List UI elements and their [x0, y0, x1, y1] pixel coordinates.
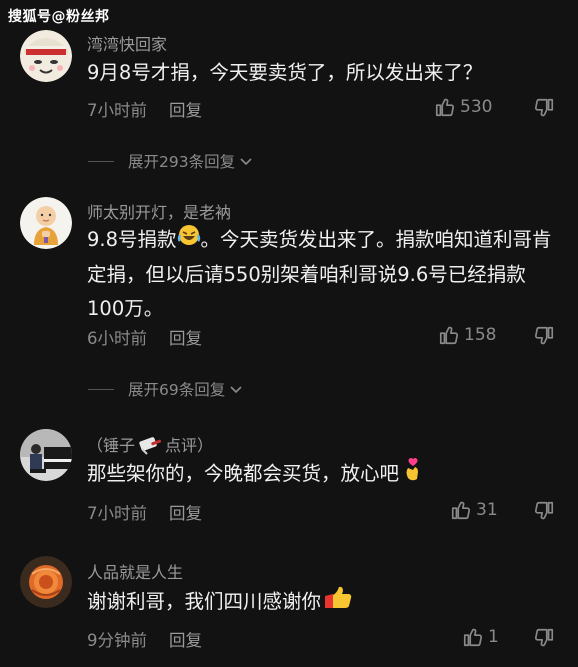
timestamp: 7小时前: [87, 101, 147, 120]
timestamp: 7小时前: [87, 504, 147, 523]
like-button[interactable]: 31: [450, 499, 498, 521]
chevron-down-icon: [230, 386, 242, 394]
hammer-emoji-icon: [137, 435, 163, 459]
comment-text-part: 谢谢利哥，我们四川感谢你: [87, 590, 322, 613]
like-button[interactable]: 158: [438, 324, 496, 346]
thumbs-down-icon: [535, 501, 554, 520]
chevron-down-icon: [240, 158, 252, 166]
username[interactable]: 师太别开灯，是老衲: [87, 199, 231, 223]
thumbs-down-icon: [535, 98, 554, 117]
thumbs-down-icon: [535, 326, 554, 345]
expand-replies-button[interactable]: 展开293条回复: [88, 150, 254, 172]
divider: [88, 160, 114, 162]
like-button[interactable]: 1: [462, 626, 499, 648]
comment-meta: 7小时前 回复: [87, 97, 202, 121]
like-count: 530: [460, 97, 493, 117]
expand-replies-label: 展开69条回复: [128, 381, 226, 399]
thumbs-up-icon: [439, 326, 458, 345]
laughing-crying-emoji-icon: [177, 223, 201, 258]
username[interactable]: 湾湾快回家: [87, 31, 167, 55]
avatar[interactable]: [20, 30, 72, 82]
reply-button[interactable]: 回复: [169, 101, 202, 120]
comment-meta: 6小时前 回复: [87, 325, 202, 349]
avatar[interactable]: [20, 429, 72, 481]
expand-replies-label: 展开293条回复: [128, 153, 236, 171]
thumbs-up-icon: [435, 98, 454, 117]
thumbs-up-icon: [451, 501, 470, 520]
comment-text-part: 9.8号捐款: [87, 228, 177, 251]
timestamp: 9分钟前: [87, 631, 147, 650]
like-button[interactable]: 530: [434, 96, 492, 118]
like-count: 158: [464, 325, 497, 345]
like-count: 31: [476, 500, 498, 520]
timestamp: 6小时前: [87, 329, 147, 348]
username[interactable]: 人品就是人生: [87, 559, 183, 583]
comment-text: 谢谢利哥，我们四川感谢你: [87, 584, 557, 621]
reply-button[interactable]: 回复: [169, 329, 202, 348]
comment-text: 9.8号捐款 。今天卖货发出来了。捐款咱知道利哥肯定捐，但以后请550别架着咱利哥…: [87, 223, 557, 326]
username[interactable]: （锤子 点评）: [87, 432, 213, 459]
username-part: （锤子: [87, 436, 136, 455]
watermark: 搜狐号@粉丝邦: [8, 9, 110, 25]
thumbs-up-icon: [463, 628, 482, 647]
dislike-button[interactable]: [533, 97, 555, 123]
comment-meta: 7小时前 回复: [87, 500, 202, 524]
avatar[interactable]: [20, 556, 72, 608]
like-count: 1: [488, 627, 499, 647]
thumbs-down-icon: [535, 628, 554, 647]
reply-button[interactable]: 回复: [169, 504, 202, 523]
avatar[interactable]: [20, 197, 72, 249]
reply-button[interactable]: 回复: [169, 631, 202, 650]
comment-text-part: 那些架你的，今晚都会买货，放心吧: [87, 462, 400, 485]
dislike-button[interactable]: [533, 627, 555, 653]
thumbs-up-emoji-icon: [323, 584, 353, 621]
expand-replies-button[interactable]: 展开69条回复: [88, 378, 244, 400]
comment-meta: 9分钟前 回复: [87, 627, 202, 651]
divider: [88, 388, 114, 390]
username-part: 点评）: [165, 436, 214, 455]
comment-text: 那些架你的，今晚都会买货，放心吧: [87, 456, 557, 493]
finger-heart-emoji-icon: [401, 456, 425, 493]
dislike-button[interactable]: [533, 325, 555, 351]
dislike-button[interactable]: [533, 500, 555, 526]
comment-text: 9月8号才捐，今天要卖货了，所以发出来了？: [87, 61, 483, 84]
